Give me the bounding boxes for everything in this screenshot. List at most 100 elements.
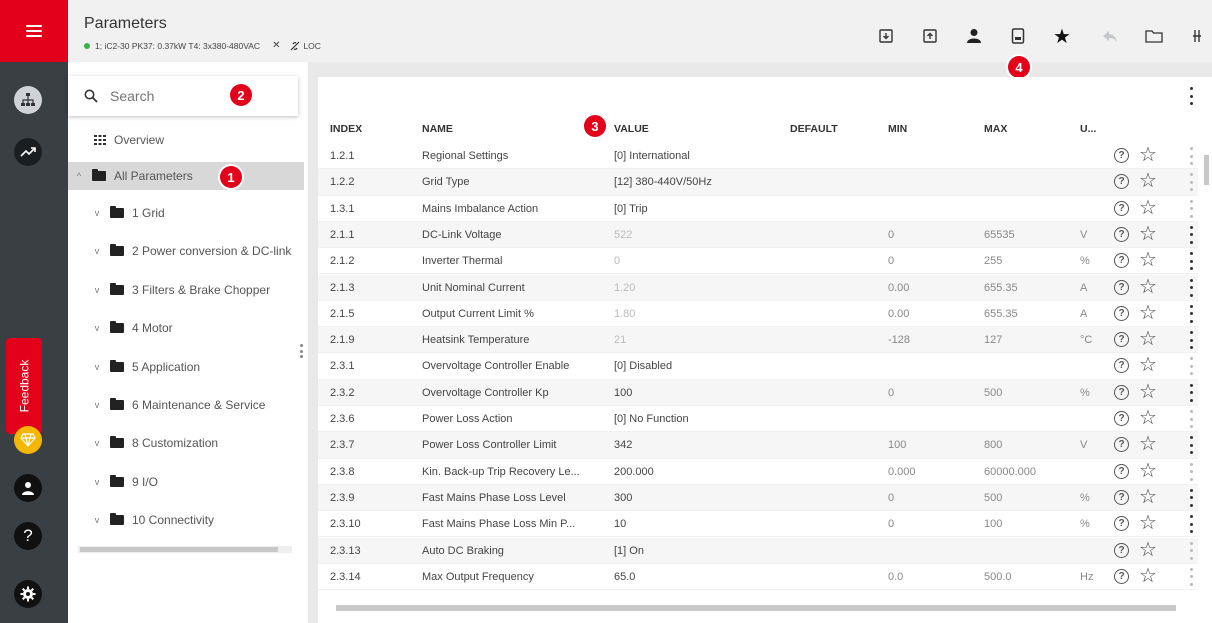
cell-value[interactable]: [0] Trip bbox=[614, 203, 790, 215]
star-icon[interactable]: ★ bbox=[1052, 26, 1072, 48]
favorite-star-icon[interactable]: ☆ bbox=[1139, 197, 1157, 219]
row-menu-icon[interactable] bbox=[1188, 515, 1194, 534]
row-menu-icon[interactable] bbox=[1188, 410, 1194, 428]
row-menu-icon[interactable] bbox=[1188, 462, 1194, 481]
row-menu-icon[interactable] bbox=[1188, 173, 1194, 192]
download-icon[interactable] bbox=[876, 26, 896, 46]
cell-value[interactable]: [0] No Function bbox=[614, 413, 790, 425]
column-header-max[interactable]: MAX bbox=[984, 123, 1007, 135]
network-icon[interactable] bbox=[14, 86, 42, 114]
table-horizontal-scrollbar[interactable] bbox=[326, 603, 1196, 612]
row-menu-icon[interactable] bbox=[1188, 567, 1194, 586]
panel-resize-handle[interactable] bbox=[300, 344, 304, 358]
table-row[interactable]: 2.3.10 Fast Mains Phase Loss Min P... 10 0 1… bbox=[318, 511, 1198, 538]
table-row[interactable]: 2.1.3 Unit Nominal Current 1.20 0.00 655.35 A… bbox=[318, 274, 1198, 301]
cell-value[interactable]: 10 bbox=[614, 518, 790, 530]
row-menu-icon[interactable] bbox=[1188, 331, 1194, 350]
help-icon[interactable]: ? bbox=[1114, 332, 1129, 348]
favorite-star-icon[interactable]: ☆ bbox=[1139, 328, 1157, 350]
premium-icon[interactable] bbox=[14, 426, 42, 454]
row-menu-icon[interactable] bbox=[1188, 488, 1194, 507]
favorite-star-icon[interactable]: ☆ bbox=[1139, 565, 1157, 587]
table-row[interactable]: 1.2.1 Regional Settings [0] International?… bbox=[318, 143, 1198, 170]
favorite-star-icon[interactable]: ☆ bbox=[1139, 144, 1157, 166]
table-vertical-scrollbar[interactable] bbox=[1202, 141, 1212, 601]
row-menu-icon[interactable] bbox=[1188, 541, 1194, 560]
tree-item-group[interactable]: v 8 Customization bbox=[92, 429, 328, 457]
help-icon[interactable]: ? bbox=[1114, 253, 1129, 269]
table-row[interactable]: 2.3.8 Kin. Back-up Trip Recovery Le... 200… bbox=[318, 459, 1198, 485]
cell-value[interactable]: [0] Disabled bbox=[614, 360, 790, 372]
help-icon[interactable]: ? bbox=[1114, 437, 1129, 453]
user-icon[interactable] bbox=[964, 26, 984, 46]
cell-value[interactable]: 200.000 bbox=[614, 466, 790, 478]
favorite-star-icon[interactable]: ☆ bbox=[1139, 381, 1157, 403]
column-header-name[interactable]: NAME bbox=[422, 123, 453, 135]
table-row[interactable]: 1.2.2 Grid Type [12] 380-440V/50Hz? ☆ bbox=[318, 169, 1198, 196]
favorite-star-icon[interactable]: ☆ bbox=[1139, 486, 1157, 508]
favorite-star-icon[interactable]: ☆ bbox=[1139, 539, 1157, 561]
row-menu-icon[interactable] bbox=[1188, 357, 1194, 376]
tree-horizontal-scrollbar[interactable] bbox=[68, 544, 302, 554]
table-row[interactable]: 2.3.6 Power Loss Action [0] No Function? ☆ bbox=[318, 406, 1198, 433]
help-icon[interactable]: ? bbox=[1114, 411, 1129, 426]
row-menu-icon[interactable] bbox=[1188, 225, 1194, 244]
cell-value[interactable]: 342 bbox=[614, 439, 790, 451]
table-row[interactable]: 2.1.5 Output Current Limit % 1.80 0.00 655.3… bbox=[318, 301, 1198, 328]
tree-item-group[interactable]: v 2 Power conversion & DC-link bbox=[92, 237, 328, 265]
table-row[interactable]: 2.3.1 Overvoltage Controller Enable [0] Di… bbox=[318, 353, 1198, 380]
row-menu-icon[interactable] bbox=[1188, 147, 1194, 165]
favorite-star-icon[interactable]: ☆ bbox=[1139, 170, 1157, 192]
folder-icon[interactable] bbox=[1144, 26, 1164, 46]
column-header-min[interactable]: MIN bbox=[888, 123, 907, 135]
help-icon[interactable]: ? bbox=[1114, 148, 1129, 163]
column-header-value[interactable]: VALUE bbox=[614, 123, 649, 135]
help-icon[interactable]: ? bbox=[1114, 305, 1129, 321]
table-row[interactable]: 2.1.9 Heatsink Temperature 21 -128 127 °C? ☆ bbox=[318, 327, 1198, 354]
tree-item-group[interactable]: v 4 Motor bbox=[92, 314, 328, 342]
help-icon[interactable]: ? bbox=[1114, 489, 1129, 505]
help-icon[interactable]: ? bbox=[1114, 542, 1129, 558]
help-icon[interactable]: ? bbox=[1114, 568, 1129, 584]
favorite-star-icon[interactable]: ☆ bbox=[1139, 512, 1157, 534]
tree-item-overview[interactable]: Overview bbox=[94, 126, 330, 154]
favorite-star-icon[interactable]: ☆ bbox=[1139, 249, 1157, 271]
row-menu-icon[interactable] bbox=[1188, 252, 1194, 271]
table-row[interactable]: 2.3.7 Power Loss Controller Limit 342 100 80… bbox=[318, 432, 1198, 459]
cell-value[interactable]: 300 bbox=[614, 492, 790, 504]
cell-value[interactable]: [1] On bbox=[614, 545, 790, 557]
disconnect-icon[interactable]: ✕ bbox=[272, 40, 280, 51]
undo-icon[interactable] bbox=[1100, 26, 1120, 46]
tree-item-group[interactable]: v 9 I/O bbox=[92, 468, 328, 496]
tree-item-group[interactable]: v 1 Grid bbox=[92, 199, 328, 227]
cell-value[interactable]: [0] International bbox=[614, 150, 790, 162]
column-header-unit[interactable]: U... bbox=[1080, 123, 1096, 135]
trend-icon[interactable] bbox=[14, 138, 42, 166]
tree-item-all-parameters[interactable]: ^ All Parameters bbox=[68, 162, 304, 190]
help-icon[interactable]: ? bbox=[1114, 463, 1129, 479]
cell-value[interactable]: 65.0 bbox=[614, 571, 790, 583]
help-icon[interactable]: ? bbox=[1114, 174, 1129, 190]
favorite-star-icon[interactable]: ☆ bbox=[1139, 354, 1157, 376]
favorite-star-icon[interactable]: ☆ bbox=[1139, 223, 1157, 245]
table-row[interactable]: 2.1.2 Inverter Thermal 0 0 255%? ☆ bbox=[318, 248, 1198, 275]
upload-icon[interactable] bbox=[920, 26, 940, 46]
column-header-default[interactable]: DEFAULT bbox=[790, 123, 838, 135]
table-row[interactable]: 2.3.14 Max Output Frequency 65.0 0.0 500.0 Hz… bbox=[318, 564, 1198, 591]
help-icon[interactable]: ? bbox=[1114, 279, 1129, 295]
row-menu-icon[interactable] bbox=[1188, 304, 1194, 323]
row-menu-icon[interactable] bbox=[1188, 436, 1194, 455]
row-menu-icon[interactable] bbox=[1188, 278, 1194, 297]
favorite-star-icon[interactable]: ☆ bbox=[1139, 276, 1157, 298]
row-menu-icon[interactable] bbox=[1188, 199, 1194, 218]
row-menu-icon[interactable] bbox=[1188, 383, 1194, 402]
table-row[interactable]: 2.3.2 Overvoltage Controller Kp 100 0 500%? ☆ bbox=[318, 379, 1198, 406]
favorite-star-icon[interactable]: ☆ bbox=[1139, 407, 1157, 429]
menu-icon[interactable] bbox=[26, 25, 42, 37]
help-icon[interactable]: ? bbox=[1114, 516, 1129, 532]
favorite-star-icon[interactable]: ☆ bbox=[1139, 302, 1157, 324]
cell-value[interactable]: 100 bbox=[614, 387, 790, 399]
help-icon[interactable]: ? bbox=[1114, 384, 1129, 400]
favorite-star-icon[interactable]: ☆ bbox=[1139, 433, 1157, 455]
help-icon[interactable]: ? bbox=[14, 522, 42, 550]
